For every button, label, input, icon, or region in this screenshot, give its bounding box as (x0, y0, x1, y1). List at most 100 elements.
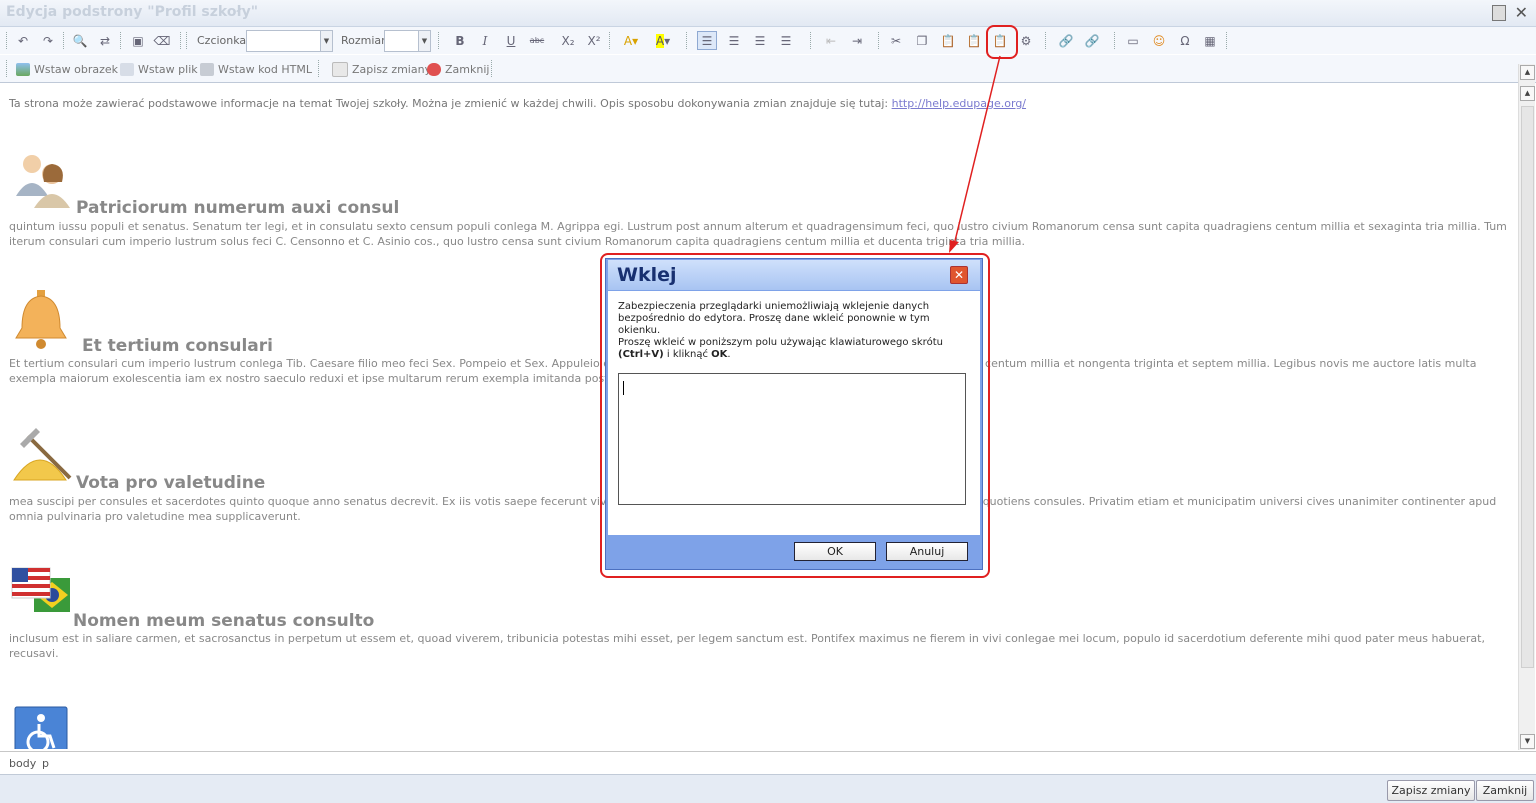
toolbar-separator (878, 32, 881, 49)
indent-icon[interactable]: ⇥ (847, 31, 867, 50)
dialog-cancel-button[interactable]: Anuluj (886, 542, 968, 561)
size-select[interactable]: ▼ (384, 30, 431, 52)
undo-icon[interactable]: ↶ (13, 31, 33, 50)
paste-textarea[interactable] (618, 373, 966, 505)
bell-icon (15, 290, 67, 349)
wheelchair-icon (14, 706, 68, 749)
cut-icon[interactable]: ✂ (886, 31, 906, 50)
paste-text-icon[interactable]: 📋 (964, 31, 984, 50)
element-path-bar: body p (0, 751, 1536, 774)
toolbar-separator (686, 32, 689, 49)
gold-pickaxe-icon (13, 428, 72, 481)
scroll-down-icon[interactable]: ▼ (1520, 734, 1535, 749)
dialog-ok-button[interactable]: OK (794, 542, 876, 561)
strikethrough-icon[interactable]: abc (527, 31, 547, 50)
eraser-icon[interactable]: ⌫ (152, 31, 172, 50)
insert-image-button[interactable]: Wstaw obrazek (16, 60, 118, 78)
save-changes-button[interactable]: Zapisz zmiany (1387, 780, 1475, 801)
subscript-icon[interactable]: X₂ (558, 31, 578, 50)
image-icon (16, 62, 30, 76)
insert-file-label: Wstaw plik (138, 62, 198, 76)
chevron-down-icon[interactable]: ▼ (320, 31, 332, 51)
toolbar-separator (6, 32, 9, 49)
text-color-icon[interactable]: A▾ (617, 31, 645, 50)
special-char-icon[interactable]: Ω (1175, 31, 1195, 50)
flags-icon (11, 567, 70, 612)
dialog-body: Zabezpieczenia przeglądarki uniemożliwia… (608, 291, 980, 535)
section-title: Nomen meum senatus consulto (73, 611, 375, 631)
horizontal-rule-icon[interactable]: ▭ (1123, 31, 1143, 50)
align-right-icon[interactable]: ☰ (750, 31, 770, 50)
font-label: Czcionka (197, 34, 247, 47)
close-toolbar-button[interactable]: Zamknij (427, 60, 489, 78)
scroll-top-icon[interactable]: ▲ (1520, 65, 1535, 80)
font-select[interactable]: ▼ (246, 30, 333, 52)
highlight-glyph: A (655, 33, 665, 48)
file-icon (120, 62, 134, 76)
instructions-mid: i kliknąć (663, 349, 712, 360)
toolbar-separator (186, 32, 189, 49)
insert-html-button[interactable]: Wstaw kod HTML (200, 60, 312, 78)
toolbar-separator (491, 60, 494, 77)
align-justify-icon[interactable]: ☰ (776, 31, 796, 50)
table-icon[interactable]: ▦ (1200, 31, 1220, 50)
replace-icon[interactable]: ⇄ (95, 31, 115, 50)
document-edit-icon (332, 61, 348, 77)
toolbar-separator (810, 32, 813, 49)
insert-image-label: Wstaw obrazek (34, 62, 119, 76)
scroll-up-icon[interactable]: ▲ (1520, 86, 1535, 101)
superscript-icon[interactable]: X² (584, 31, 604, 50)
scrollbar-thumb[interactable] (1521, 106, 1534, 668)
text-caret (623, 381, 624, 395)
highlight-paste-button-annotation (986, 25, 1018, 59)
dialog-close-icon[interactable]: ✕ (950, 266, 968, 284)
toolbar-separator (1226, 32, 1229, 49)
close-label: Zamknij (445, 62, 490, 76)
underline-icon[interactable]: U (501, 31, 521, 50)
paste-icon[interactable]: 📋 (938, 31, 958, 50)
italic-icon[interactable]: I (475, 31, 495, 50)
help-link[interactable]: http://help.edupage.org/ (892, 97, 1026, 110)
chevron-down-icon[interactable]: ▼ (418, 31, 430, 51)
section-title: Vota pro valetudine (76, 473, 266, 493)
redo-icon[interactable]: ↷ (38, 31, 58, 50)
toolbar-separator (1114, 32, 1117, 49)
users-icon (16, 155, 70, 208)
toolbar-separator (180, 32, 183, 49)
window-footer: Zapisz zmiany Zamknij (0, 774, 1536, 803)
toolbar-separator (6, 60, 9, 77)
link-icon[interactable]: 🔗 (1056, 31, 1076, 50)
instructions-end: . (727, 349, 731, 360)
floppy-save-icon[interactable] (1492, 5, 1506, 21)
find-icon[interactable]: 🔍 (70, 31, 90, 50)
path-item-p[interactable]: p (42, 757, 49, 770)
unlink-icon[interactable]: 🔗 (1082, 31, 1102, 50)
save-changes-label: Zapisz zmiany (352, 62, 432, 76)
size-label: Rozmiar (341, 34, 386, 47)
editor-toolbar-insert: Wstaw obrazek Wstaw plik Wstaw kod HTML … (0, 55, 1536, 83)
save-changes-toolbar-button[interactable]: Zapisz zmiany (332, 60, 431, 78)
copy-icon[interactable]: ❐ (912, 31, 932, 50)
align-left-icon[interactable]: ☰ (697, 31, 717, 50)
background-color-icon[interactable]: A ▾ (649, 31, 677, 50)
intro-paragraph: Ta strona może zawierać podstawowe infor… (9, 97, 1026, 110)
cleanup-icon[interactable]: ⚙ (1016, 31, 1036, 50)
select-all-icon[interactable]: ▣ (128, 31, 148, 50)
insert-file-button[interactable]: Wstaw plik (120, 60, 198, 78)
smiley-icon[interactable]: ☺ (1149, 31, 1169, 50)
dialog-message-security: Zabezpieczenia przeglądarki uniemożliwia… (618, 301, 930, 336)
section-title: Et tertium consulari (82, 336, 273, 356)
instructions-text: Proszę wkleić w poniższym polu używając … (618, 337, 943, 348)
dialog-message-instructions: Proszę wkleić w poniższym polu używając … (618, 337, 968, 361)
close-button[interactable]: Zamknij (1476, 780, 1534, 801)
align-center-icon[interactable]: ☰ (724, 31, 744, 50)
section-title: Patriciorum numerum auxi consul (76, 198, 400, 218)
dialog-footer: OK Anuluj (608, 537, 980, 567)
insert-html-label: Wstaw kod HTML (218, 62, 312, 76)
vertical-scrollbar[interactable]: ▲ ▲ ▼ (1518, 64, 1535, 750)
path-item-body[interactable]: body (9, 757, 36, 770)
bold-icon[interactable]: B (450, 31, 470, 50)
window-close-icon[interactable]: ✕ (1515, 3, 1528, 22)
outdent-icon[interactable]: ⇤ (821, 31, 841, 50)
window-titlebar: Edycja podstrony "Profil szkoły" ✕ (0, 0, 1536, 27)
